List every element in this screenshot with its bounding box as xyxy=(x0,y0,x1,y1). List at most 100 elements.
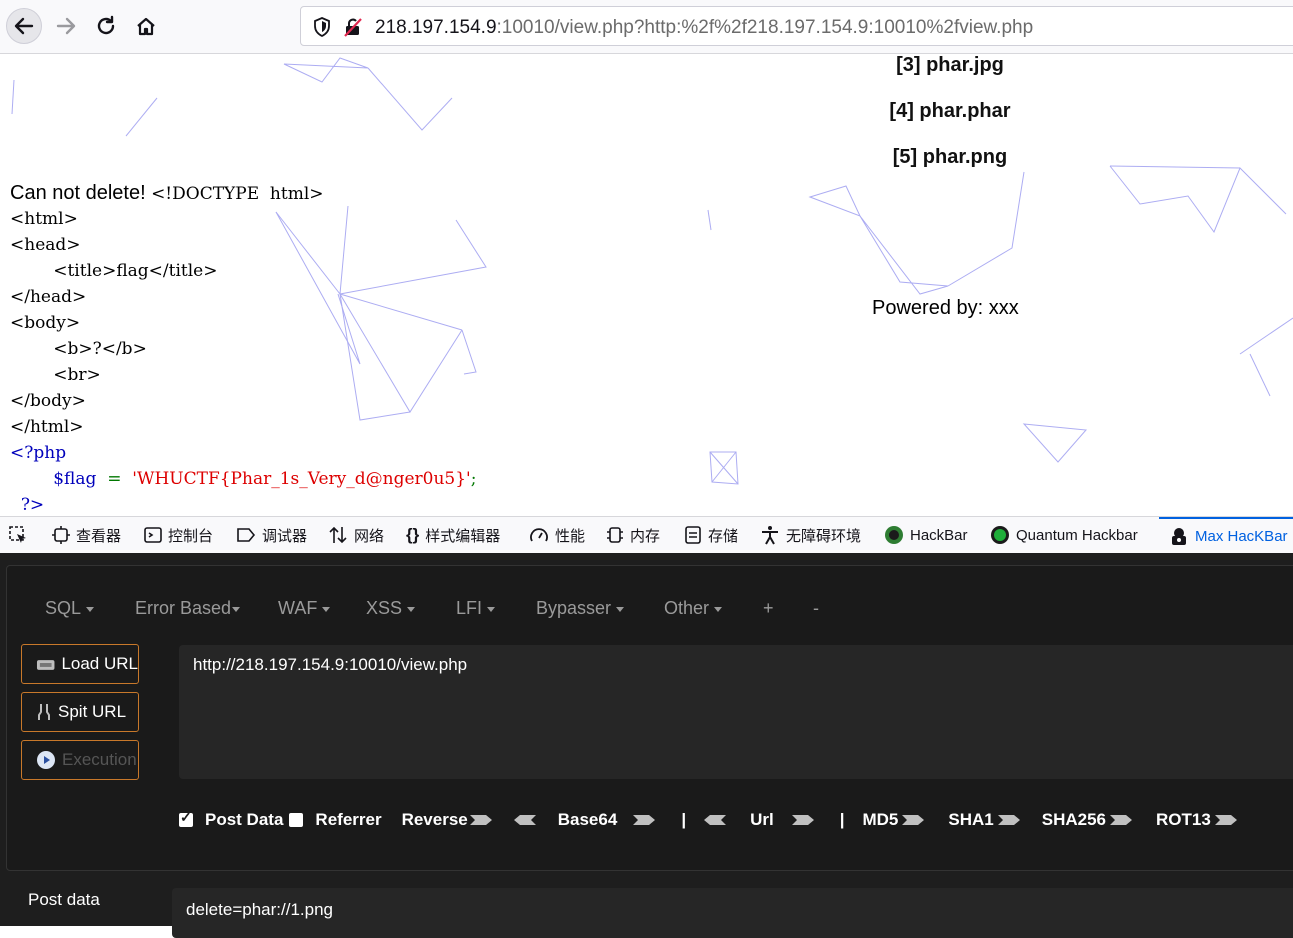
button-label: Load URL xyxy=(61,654,138,673)
tab-label: Max HacKBar xyxy=(1195,527,1288,545)
execution-button[interactable]: Execution xyxy=(21,740,139,780)
reload-icon xyxy=(97,15,115,35)
insecure-lock-icon[interactable] xyxy=(343,17,363,37)
url-host: 218.197.154.9 xyxy=(375,17,497,38)
network-icon xyxy=(329,526,347,544)
tab-network[interactable]: 网络 xyxy=(328,517,384,553)
remove-button[interactable]: - xyxy=(813,598,819,619)
base64-button[interactable]: Base64 xyxy=(558,810,618,830)
caret-down-icon xyxy=(86,606,95,612)
menu-label: WAF xyxy=(278,598,318,618)
tab-label: HackBar xyxy=(910,526,968,544)
php-operator: = xyxy=(107,469,122,489)
encode-arrow-icon[interactable] xyxy=(900,813,926,827)
hackbar-icon xyxy=(885,526,903,544)
file-item[interactable]: [4] phar.phar xyxy=(860,88,1040,134)
memory-icon xyxy=(607,527,623,543)
encode-arrow-icon[interactable] xyxy=(1213,813,1239,827)
menu-label: SQL xyxy=(45,598,82,618)
url-path: :10010/view.php?http:%2f%2f218.197.154.9… xyxy=(496,17,1034,38)
gauge-icon xyxy=(530,528,548,542)
tab-performance[interactable]: 性能 xyxy=(529,517,585,553)
source-line: <title>flag</title> xyxy=(10,261,218,281)
menu-label: LFI xyxy=(456,598,483,618)
file-item[interactable]: [3] phar.jpg xyxy=(860,54,1040,88)
browser-toolbar: 218.197.154.9:10010/view.php?http:%2f%2f… xyxy=(0,0,1293,54)
url-encode-button[interactable]: Url xyxy=(750,810,774,830)
reverse-button[interactable]: Reverse xyxy=(402,810,468,830)
php-open-tag: <?php xyxy=(10,443,67,463)
referrer-label[interactable]: Referrer xyxy=(315,810,381,830)
decode-arrow-icon[interactable] xyxy=(702,813,728,827)
file-item[interactable]: [5] phar.png xyxy=(860,134,1040,180)
tab-quantum-hackbar[interactable]: Quantum Hackbar xyxy=(990,517,1138,553)
menu-label: XSS xyxy=(366,598,403,618)
tab-console[interactable]: 控制台 xyxy=(144,517,213,553)
tab-style-editor[interactable]: {} 样式编辑器 xyxy=(406,517,500,553)
menu-waf[interactable]: WAF xyxy=(278,598,331,619)
rot13-button[interactable]: ROT13 xyxy=(1156,810,1211,830)
menu-other[interactable]: Other xyxy=(664,598,723,619)
post-data-label[interactable]: Post Data xyxy=(205,810,283,830)
menu-label: Other xyxy=(664,598,710,618)
home-icon xyxy=(137,17,155,36)
shield-icon[interactable] xyxy=(313,17,331,37)
source-line: </html> xyxy=(10,417,84,437)
tab-storage[interactable]: 存储 xyxy=(684,517,738,553)
tab-debugger[interactable]: 调试器 xyxy=(236,517,307,553)
button-label: Execution xyxy=(62,750,137,769)
add-button[interactable]: + xyxy=(763,598,774,619)
php-semicolon: ; xyxy=(470,469,477,489)
forward-button[interactable] xyxy=(48,8,84,44)
encode-arrow-icon[interactable] xyxy=(996,813,1022,827)
encode-arrow-icon[interactable] xyxy=(468,813,494,827)
separator: | xyxy=(839,810,845,829)
referrer-checkbox[interactable] xyxy=(289,813,304,827)
tab-memory[interactable]: 内存 xyxy=(606,517,660,553)
sha1-button[interactable]: SHA1 xyxy=(948,810,993,830)
encode-arrow-icon[interactable] xyxy=(1108,813,1134,827)
tab-label: 控制台 xyxy=(168,527,214,545)
menu-xss[interactable]: XSS xyxy=(366,598,416,619)
url-textarea[interactable]: http://218.197.154.9:10010/view.php xyxy=(179,645,1293,779)
tab-accessibility[interactable]: 无障碍环境 xyxy=(760,517,861,553)
md5-button[interactable]: MD5 xyxy=(862,810,898,830)
tab-hackbar[interactable]: HackBar xyxy=(884,517,968,553)
options-row: Post Data Referrer Reverse Base64 | Url … xyxy=(179,809,1239,830)
post-data-checkbox[interactable] xyxy=(179,809,193,827)
back-button[interactable] xyxy=(6,8,42,44)
inspector-icon xyxy=(52,526,70,544)
address-bar[interactable]: 218.197.154.9:10010/view.php?http:%2f%2f… xyxy=(300,6,1293,46)
devtools-tabbar: 查看器 控制台 调试器 网络 {} 样式编辑器 性能 内存 存储 无障碍环境 H… xyxy=(0,516,1293,554)
menu-lfi[interactable]: LFI xyxy=(456,598,496,619)
tab-label: 调试器 xyxy=(262,527,308,545)
source-line: <head> xyxy=(10,235,81,255)
url-text[interactable]: 218.197.154.9:10010/view.php?http:%2f%2f… xyxy=(375,17,1033,39)
reload-button[interactable] xyxy=(88,8,124,44)
encode-arrow-icon[interactable] xyxy=(790,813,816,827)
error-message: Can not delete! xyxy=(10,182,146,204)
element-picker-button[interactable] xyxy=(8,517,28,553)
powered-by-text: Powered by: xxx xyxy=(872,297,1019,319)
sha256-button[interactable]: SHA256 xyxy=(1042,810,1106,830)
home-button[interactable] xyxy=(128,8,164,44)
load-url-button[interactable]: Load URL xyxy=(21,644,139,684)
menu-error-based[interactable]: Error Based xyxy=(135,598,241,619)
php-close-tag: ?> xyxy=(20,495,45,515)
post-data-textarea[interactable]: delete=phar://1.png xyxy=(172,888,1293,938)
tab-label: 存储 xyxy=(708,527,739,545)
split-url-button[interactable]: Spit URL xyxy=(21,692,139,732)
tab-label: 样式编辑器 xyxy=(425,527,501,545)
picker-icon xyxy=(9,526,26,543)
caret-down-icon xyxy=(322,606,331,612)
tab-label: 查看器 xyxy=(76,527,122,545)
tab-inspector[interactable]: 查看器 xyxy=(52,517,121,553)
console-icon xyxy=(144,527,162,543)
quantum-hackbar-icon xyxy=(991,526,1009,544)
decode-arrow-icon[interactable] xyxy=(512,813,538,827)
hackbar-panel: SQL Error Based WAF XSS LFI Bypasser Oth… xyxy=(0,553,1293,938)
tab-max-hackbar[interactable]: Max HacKBar xyxy=(1159,517,1293,553)
menu-bypasser[interactable]: Bypasser xyxy=(536,598,625,619)
encode-arrow-icon[interactable] xyxy=(631,813,657,827)
menu-sql[interactable]: SQL xyxy=(45,598,95,619)
